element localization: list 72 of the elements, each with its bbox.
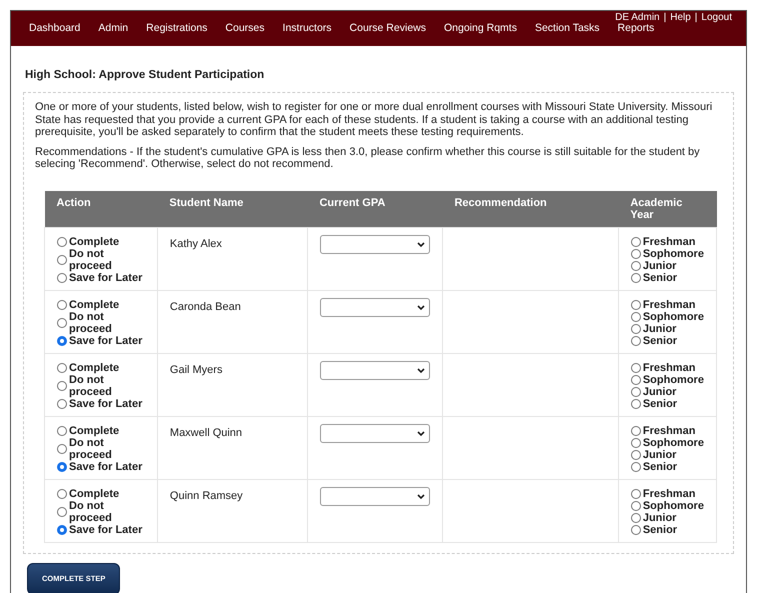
nav-link[interactable]: Ongoing Rqmts xyxy=(444,21,517,37)
radio-option[interactable]: Sophomore xyxy=(630,500,704,512)
user-link[interactable]: Help xyxy=(670,13,691,23)
nav-link[interactable]: Registrations xyxy=(146,21,208,37)
gpa-dropdown[interactable] xyxy=(320,424,430,444)
radio-option[interactable]: Freshman xyxy=(630,236,704,248)
intro-text: One or more of your students, listed below, wish to register for one or more dual enrollment courses with Missouri State University. Missouri State has requested that you provide a current GPA for each of these students. If a student is taking a course with an additional testing prerequisite, you'll be asked separately to confirm that the student meets these testing requirements. xyxy=(35,101,713,139)
caret-icon xyxy=(416,368,425,374)
radio-option[interactable]: Freshman xyxy=(630,425,704,438)
radio-option[interactable]: Complete xyxy=(57,236,145,248)
column-header: Action xyxy=(44,190,158,228)
separator: | xyxy=(664,13,666,23)
radio-option[interactable]: Save for Later xyxy=(57,272,145,284)
radio-option[interactable]: Complete xyxy=(57,299,145,312)
student-name: Maxwell Quinn xyxy=(170,427,242,440)
radio-option[interactable]: Do not proceed xyxy=(57,311,145,336)
radio-option[interactable]: Junior xyxy=(630,449,704,462)
student-name: Caronda Bean xyxy=(170,301,241,314)
radio-option[interactable]: Complete xyxy=(57,362,145,374)
user-link[interactable]: DE Admin xyxy=(615,13,660,23)
nav-link[interactable]: Admin xyxy=(98,21,128,37)
radio-option[interactable]: Do not proceed xyxy=(57,500,145,524)
radio-option[interactable]: Junior xyxy=(630,512,704,524)
radio-option[interactable]: Senior xyxy=(630,461,704,474)
radio-option[interactable]: Senior xyxy=(630,272,704,284)
nav-link[interactable]: Section Tasks xyxy=(534,21,600,37)
separator: | xyxy=(694,13,698,23)
page-title: High School: Approve Student Participation xyxy=(25,68,266,83)
gpa-dropdown[interactable] xyxy=(320,487,430,506)
gpa-dropdown[interactable] xyxy=(320,298,430,318)
radio-option[interactable]: Save for Later xyxy=(57,398,145,410)
student-name: Kathy Alex xyxy=(170,238,222,250)
intro-text: Recommendations - If the student's cumulative GPA is less then 3.0, please confirm whether this course is still suitable for the student by selecing 'Recommend'. Otherwise, select do not recommend. xyxy=(35,146,701,171)
radio-option[interactable]: Junior xyxy=(630,386,704,398)
nav-link[interactable]: Course Reviews xyxy=(350,21,426,37)
radio-option[interactable]: Save for Later xyxy=(57,524,145,536)
radio-option[interactable]: Freshman xyxy=(630,488,704,500)
radio-option[interactable]: Do not proceed xyxy=(57,437,145,462)
radio-option[interactable]: Sophomore xyxy=(630,437,704,450)
radio-option[interactable]: Freshman xyxy=(630,299,704,312)
gpa-dropdown[interactable] xyxy=(320,235,430,254)
nav-link[interactable]: Reports xyxy=(618,21,654,37)
radio-option[interactable]: Sophomore xyxy=(630,248,704,260)
gpa-dropdown[interactable] xyxy=(320,361,430,380)
radio-option[interactable]: Senior xyxy=(630,524,704,536)
caret-icon xyxy=(416,430,425,437)
column-header: Current GPA xyxy=(307,190,442,228)
column-header: Academic Year xyxy=(618,190,716,228)
radio-option[interactable]: Do not proceed xyxy=(57,374,145,398)
radio-option[interactable]: Junior xyxy=(630,323,704,336)
nav-link[interactable]: Dashboard xyxy=(29,21,80,37)
caret-icon xyxy=(416,304,425,311)
radio-option[interactable]: Complete xyxy=(57,488,145,500)
column-header: Recommendation xyxy=(442,190,618,228)
student-name: Gail Myers xyxy=(170,364,222,376)
user-link[interactable]: Logout xyxy=(701,13,732,23)
nav-link[interactable]: Instructors xyxy=(282,21,332,37)
radio-option[interactable]: Senior xyxy=(630,398,704,410)
radio-option[interactable]: Sophomore xyxy=(630,311,704,324)
column-header: Student Name xyxy=(157,190,308,228)
radio-option[interactable]: Sophomore xyxy=(630,374,704,386)
caret-icon xyxy=(416,242,425,248)
caret-icon xyxy=(416,494,425,500)
radio-option[interactable]: Senior xyxy=(630,335,704,348)
radio-option[interactable]: Save for Later xyxy=(57,461,145,474)
radio-option[interactable]: Save for Later xyxy=(57,335,145,348)
radio-option[interactable]: Freshman xyxy=(630,362,704,374)
nav-link[interactable]: Courses xyxy=(225,21,265,37)
radio-option[interactable]: Complete xyxy=(57,425,145,438)
radio-option[interactable]: Do not proceed xyxy=(57,248,145,272)
student-name: Quinn Ramsey xyxy=(170,490,243,502)
radio-option[interactable]: Junior xyxy=(630,260,704,272)
